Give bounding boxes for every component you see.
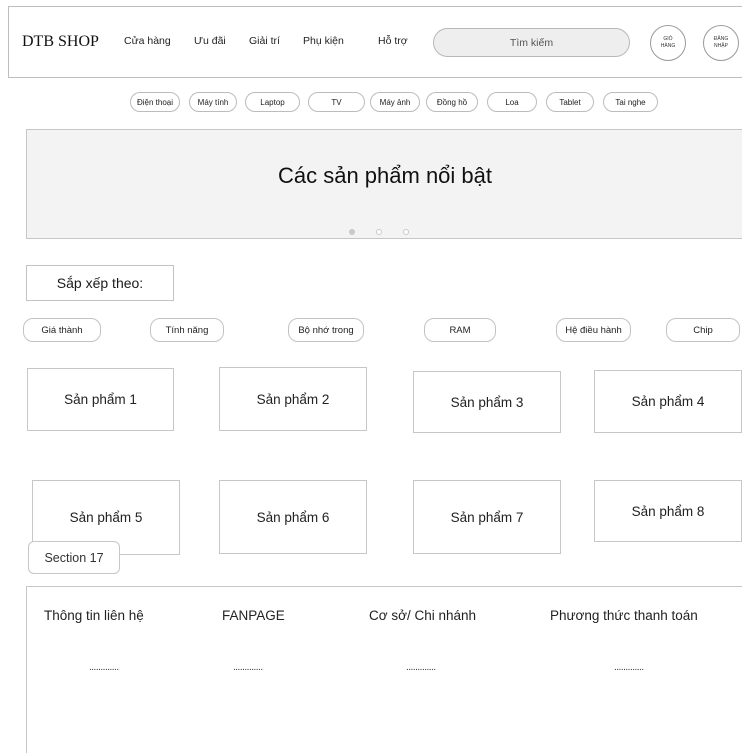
filter-storage[interactable]: Bộ nhớ trong xyxy=(288,318,364,342)
category-watch[interactable]: Đồng hồ xyxy=(426,92,478,112)
product-card[interactable]: Sản phẩm 1 xyxy=(27,368,174,431)
category-computer[interactable]: Máy tính xyxy=(189,92,237,112)
site-logo[interactable]: DTB SHOP xyxy=(22,33,99,51)
category-headphones[interactable]: Tai nghe xyxy=(603,92,658,112)
footer-branches-title: Cơ sở/ Chi nhánh xyxy=(369,608,477,623)
section-label: Section 17 xyxy=(28,541,120,574)
login-label-line1: ĐĂNG xyxy=(713,36,729,42)
filter-chip[interactable]: Chip xyxy=(666,318,740,342)
footer-contact-title: Thông tin liên hệ xyxy=(44,608,144,623)
nav-accessories[interactable]: Phụ kiện xyxy=(303,35,344,47)
nav-store[interactable]: Cửa hàng xyxy=(124,35,171,47)
sort-label: Sắp xếp theo: xyxy=(26,265,174,301)
footer-payment-value: ............. xyxy=(614,662,644,673)
filter-ram[interactable]: RAM xyxy=(424,318,496,342)
filter-price[interactable]: Giá thành xyxy=(23,318,101,342)
carousel-dot-2[interactable] xyxy=(376,229,382,235)
nav-entertainment[interactable]: Giải trí xyxy=(249,35,280,47)
product-card[interactable]: Sản phẩm 7 xyxy=(413,480,561,554)
search-placeholder: Tìm kiếm xyxy=(509,36,554,49)
category-tablet[interactable]: Tablet xyxy=(546,92,594,112)
filter-features[interactable]: Tính năng xyxy=(150,318,224,342)
cart-label-line1: GIỎ xyxy=(663,36,673,42)
category-phone[interactable]: Điện thoại xyxy=(130,92,180,112)
category-laptop[interactable]: Laptop xyxy=(245,92,300,112)
footer-fanpage-title[interactable]: FANPAGE xyxy=(222,608,285,623)
carousel-dot-3[interactable] xyxy=(403,229,409,235)
category-tv[interactable]: TV xyxy=(308,92,365,112)
product-card[interactable]: Sản phẩm 8 xyxy=(594,480,742,542)
search-input[interactable]: Tìm kiếm xyxy=(433,28,630,57)
carousel-dot-1[interactable] xyxy=(349,229,355,235)
login-button[interactable]: ĐĂNG NHẬP xyxy=(703,25,739,61)
product-card[interactable]: Sản phẩm 6 xyxy=(219,480,367,554)
cart-label-line2: HÀNG xyxy=(660,43,676,49)
site-header xyxy=(8,6,742,78)
footer-fanpage-value: ............. xyxy=(233,662,263,673)
nav-deals[interactable]: Ưu đãi xyxy=(194,35,226,47)
category-camera[interactable]: Máy ảnh xyxy=(370,92,420,112)
footer-branches-value: ............. xyxy=(406,662,436,673)
footer-payment-title: Phương thức thanh toán xyxy=(550,608,698,623)
product-card[interactable]: Sản phẩm 2 xyxy=(219,367,367,431)
login-label-line2: NHẬP xyxy=(714,43,728,49)
category-speaker[interactable]: Loa xyxy=(487,92,537,112)
footer-contact-value: ............. xyxy=(89,662,119,673)
filter-os[interactable]: Hệ điều hành xyxy=(556,318,631,342)
product-card[interactable]: Sản phẩm 3 xyxy=(413,371,561,433)
banner-title: Các sản phẩm nổi bật xyxy=(277,163,493,188)
cart-button[interactable]: GIỎ HÀNG xyxy=(650,25,686,61)
product-card[interactable]: Sản phẩm 4 xyxy=(594,370,742,433)
nav-support[interactable]: Hỗ trợ xyxy=(378,35,408,47)
